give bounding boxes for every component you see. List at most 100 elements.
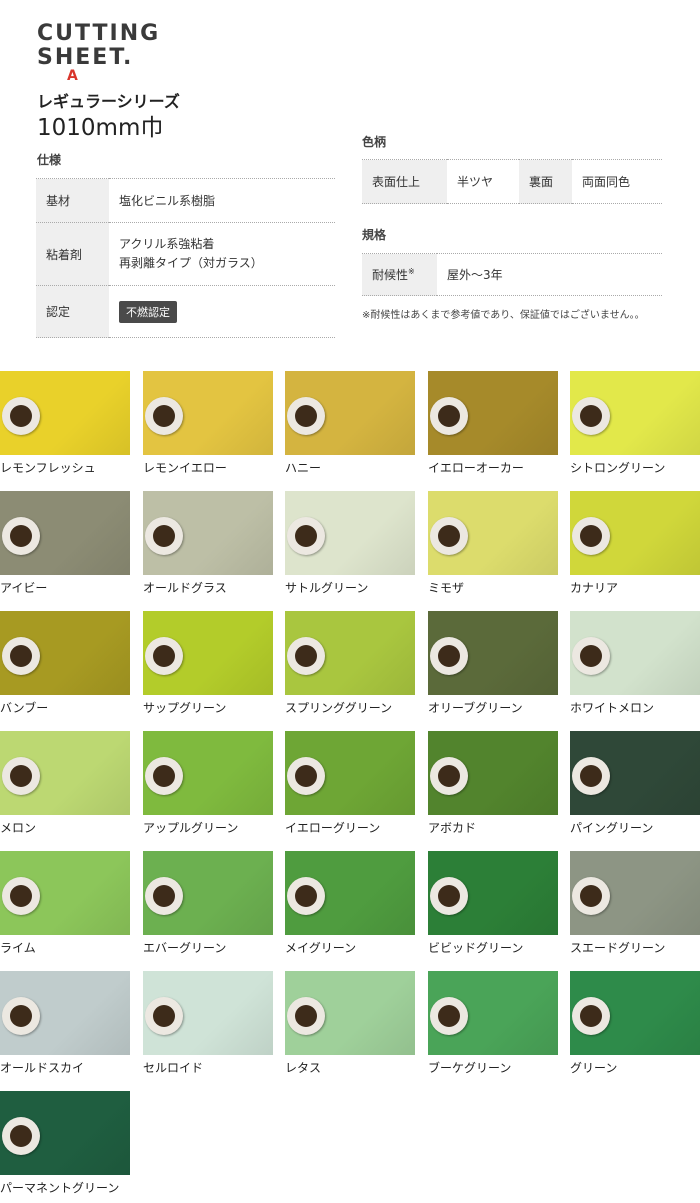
roll-end-icon	[430, 757, 468, 795]
color-swatch[interactable]: スプリンググリーン	[285, 611, 417, 723]
spec-title: 仕様	[37, 153, 62, 167]
color-swatch[interactable]: サトルグリーン	[285, 491, 417, 603]
roll-core-icon	[10, 1005, 32, 1027]
roll-end-icon	[430, 517, 468, 555]
color-swatch[interactable]: パイングリーン	[570, 731, 700, 843]
logo-line1: CUTTING	[37, 21, 161, 46]
color-swatch[interactable]: ブーケグリーン	[428, 971, 560, 1083]
swatch-name: サップグリーン	[143, 701, 227, 715]
weather-note: ※耐候性はあくまで参考値であり、保証値ではございません。。	[362, 310, 645, 321]
roll-core-icon	[295, 405, 317, 427]
color-swatch[interactable]: パーマネントグリーン	[0, 1091, 132, 1203]
roll-core-icon	[153, 765, 175, 787]
roll-core-icon	[10, 645, 32, 667]
swatch-name: メロン	[0, 821, 37, 835]
color-swatch[interactable]: サップグリーン	[143, 611, 275, 723]
back-side-value: 両面同色	[572, 159, 662, 204]
swatch-name: ミモザ	[428, 581, 465, 595]
roll-end-icon	[145, 757, 183, 795]
color-swatch[interactable]: アボカド	[428, 731, 560, 843]
color-swatch[interactable]: カナリア	[570, 491, 700, 603]
front-finish-value: 半ツヤ	[447, 159, 519, 204]
color-swatch[interactable]: セルロイド	[143, 971, 275, 1083]
roll-core-icon	[580, 765, 602, 787]
roll-end-icon	[430, 997, 468, 1035]
spec-row-base: 基材 塩化ビニル系樹脂	[36, 178, 335, 223]
spec-value-line: 再剥離タイプ（対ガラス）	[119, 256, 263, 270]
roll-end-icon	[2, 997, 40, 1035]
swatch-name: スプリンググリーン	[285, 701, 393, 715]
brand-logo: CUTTING SHEET. A	[37, 21, 161, 85]
roll-end-icon	[430, 877, 468, 915]
color-swatch[interactable]: イエローグリーン	[285, 731, 417, 843]
roll-core-icon	[153, 405, 175, 427]
roll-core-icon	[10, 885, 32, 907]
roll-end-icon	[572, 997, 610, 1035]
swatch-name: イエローグリーン	[285, 821, 381, 835]
roll-end-icon	[572, 877, 610, 915]
color-swatch[interactable]: レタス	[285, 971, 417, 1083]
color-swatch[interactable]: ホワイトメロン	[570, 611, 700, 723]
roll-core-icon	[153, 885, 175, 907]
swatch-name: オールドスカイ	[0, 1061, 85, 1075]
color-swatch[interactable]: レモンフレッシュ	[0, 371, 132, 483]
roll-core-icon	[438, 885, 460, 907]
swatch-name: メイグリーン	[285, 941, 357, 955]
color-swatch[interactable]: ハニー	[285, 371, 417, 483]
spec-label: 基材	[36, 178, 109, 223]
back-side-label: 裏面	[519, 159, 572, 204]
roll-end-icon	[287, 397, 325, 435]
color-swatch[interactable]: レモンイエロー	[143, 371, 275, 483]
roll-end-icon	[287, 637, 325, 675]
color-swatch[interactable]: メイグリーン	[285, 851, 417, 963]
color-swatch[interactable]: バンブー	[0, 611, 132, 723]
front-finish-label: 表面仕上	[362, 159, 447, 204]
roll-core-icon	[580, 1005, 602, 1027]
color-swatch[interactable]: グリーン	[570, 971, 700, 1083]
color-swatch[interactable]: ビビッドグリーン	[428, 851, 560, 963]
swatch-name: アイビー	[0, 581, 48, 595]
roll-core-icon	[438, 405, 460, 427]
swatch-name: レモンフレッシュ	[0, 461, 96, 475]
color-swatch[interactable]: オールドスカイ	[0, 971, 132, 1083]
swatch-name: オールドグラス	[143, 581, 227, 595]
color-swatch[interactable]: シトロングリーン	[570, 371, 700, 483]
roll-end-icon	[287, 517, 325, 555]
spec-row-adhesive: 粘着剤 アクリル系強粘着 再剥離タイプ（対ガラス）	[36, 222, 335, 286]
roll-core-icon	[580, 645, 602, 667]
roll-end-icon	[572, 517, 610, 555]
color-swatch[interactable]: アイビー	[0, 491, 132, 603]
color-swatch[interactable]: ミモザ	[428, 491, 560, 603]
roll-width: 1010mm巾	[37, 115, 164, 141]
swatch-name: バンブー	[0, 701, 49, 715]
roll-core-icon	[295, 765, 317, 787]
spec-row-certification: 認定 不燃認定	[36, 285, 335, 338]
color-swatch[interactable]: オリーブグリーン	[428, 611, 560, 723]
color-swatch[interactable]: スエードグリーン	[570, 851, 700, 963]
color-swatch[interactable]: オールドグラス	[143, 491, 275, 603]
color-swatch[interactable]: アップルグリーン	[143, 731, 275, 843]
roll-core-icon	[153, 1005, 175, 1027]
roll-core-icon	[580, 525, 602, 547]
roll-core-icon	[438, 1005, 460, 1027]
color-swatch[interactable]: エバーグリーン	[143, 851, 275, 963]
roll-core-icon	[10, 1125, 32, 1147]
spec-label: 認定	[36, 285, 109, 338]
roll-core-icon	[580, 885, 602, 907]
color-swatch[interactable]: イエローオーカー	[428, 371, 560, 483]
swatch-name: アボカド	[428, 821, 477, 835]
swatch-name: ブーケグリーン	[428, 1061, 512, 1075]
roll-end-icon	[572, 757, 610, 795]
swatch-name: ライム	[0, 941, 36, 955]
spec-value-line: アクリル系強粘着	[119, 237, 215, 251]
swatch-name: オリーブグリーン	[428, 701, 523, 715]
roll-core-icon	[438, 645, 460, 667]
swatch-name: レモンイエロー	[143, 461, 227, 475]
swatch-name: アップルグリーン	[143, 821, 239, 835]
swatch-name: ビビッドグリーン	[428, 941, 524, 955]
color-swatch[interactable]: ライム	[0, 851, 132, 963]
roll-end-icon	[572, 397, 610, 435]
spec-value: 塩化ビニル系樹脂	[109, 178, 335, 223]
color-swatch[interactable]: メロン	[0, 731, 132, 843]
roll-end-icon	[2, 637, 40, 675]
